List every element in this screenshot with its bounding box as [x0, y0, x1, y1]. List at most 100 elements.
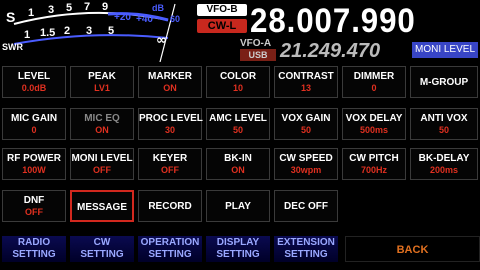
level-value: 0.0dB [21, 83, 47, 93]
display-setting-button[interactable]: DISPLAY SETTING [206, 236, 270, 262]
vox-delay-button[interactable]: VOX DELAY 500ms [342, 108, 406, 140]
anti-vox-button[interactable]: ANTI VOX 50 [410, 108, 478, 140]
message-button[interactable]: MESSAGE [70, 190, 134, 222]
swr-tick-1: 1 [24, 29, 30, 41]
display-setting-line2: SETTING [216, 249, 260, 260]
cw-setting-line1: CW [93, 237, 111, 248]
display-setting-line1: DISPLAY [216, 237, 260, 248]
s-tick-9: 9 [102, 1, 108, 13]
mic-eq-value: ON [95, 125, 109, 135]
color-value: 10 [232, 83, 243, 93]
peak-value: LV1 [94, 83, 110, 93]
color-button[interactable]: COLOR 10 [206, 66, 270, 98]
peak-button[interactable]: PEAK LV1 [70, 66, 134, 98]
rf-power-button[interactable]: RF POWER 100W [2, 148, 66, 180]
bk-in-value: ON [231, 165, 245, 175]
color-label: COLOR [219, 71, 257, 82]
mic-eq-label: MIC EQ [84, 113, 120, 124]
vfo-a-frequency[interactable]: 21.249.470 [280, 40, 380, 63]
keyer-button[interactable]: KEYER OFF [138, 148, 202, 180]
s-meter: S 1 3 5 7 9 +20 +40 dB 60 SWR 1 1.5 2 3 … [2, 1, 180, 62]
bk-delay-button[interactable]: BK-DELAY 200ms [410, 148, 478, 180]
moni-level-label: MONI LEVEL [71, 153, 133, 164]
marker-button[interactable]: MARKER ON [138, 66, 202, 98]
dec-off-button[interactable]: DEC OFF [274, 190, 338, 222]
rf-power-value: 100W [22, 165, 46, 175]
cw-pitch-value: 700Hz [360, 165, 387, 175]
cw-setting-line2: SETTING [80, 249, 124, 260]
amc-level-label: AMC LEVEL [209, 113, 267, 124]
mic-eq-button[interactable]: MIC EQ ON [70, 108, 134, 140]
contrast-value: 13 [300, 83, 311, 93]
contrast-button[interactable]: CONTRAST 13 [274, 66, 338, 98]
dnf-label: DNF [23, 195, 45, 206]
peak-label: PEAK [88, 71, 116, 82]
vfo-a-mode-badge[interactable]: USB [240, 49, 276, 61]
level-button[interactable]: LEVEL 0.0dB [2, 66, 66, 98]
dimmer-button[interactable]: DIMMER 0 [342, 66, 406, 98]
cw-speed-label: CW SPEED [279, 153, 333, 164]
keyer-label: KEYER [152, 153, 188, 164]
back-button[interactable]: BACK [345, 236, 480, 262]
operation-setting-button[interactable]: OPERATION SETTING [138, 236, 202, 262]
proc-level-label: PROC LEVEL [139, 113, 203, 124]
cw-speed-button[interactable]: CW SPEED 30wpm [274, 148, 338, 180]
record-button[interactable]: RECORD [138, 190, 202, 222]
radio-setting-button[interactable]: RADIO SETTING [2, 236, 66, 262]
level-label: LEVEL [17, 71, 51, 82]
vfo-b-mode-badge[interactable]: CW-L [197, 19, 247, 33]
cw-pitch-label: CW PITCH [349, 153, 399, 164]
mic-gain-value: 0 [31, 125, 37, 135]
vfo-b-label[interactable]: VFO-B [197, 4, 247, 16]
marker-label: MARKER [148, 71, 192, 82]
operation-setting-line2: SETTING [148, 249, 192, 260]
bk-delay-value: 200ms [429, 165, 459, 175]
anti-vox-label: ANTI VOX [420, 113, 468, 124]
rf-power-label: RF POWER [7, 153, 61, 164]
m-group-label: M-GROUP [419, 77, 469, 88]
contrast-label: CONTRAST [278, 71, 334, 82]
cw-setting-button[interactable]: CW SETTING [70, 236, 134, 262]
operation-setting-line1: OPERATION [140, 237, 200, 248]
swr-label: SWR [2, 42, 23, 52]
mic-gain-label: MIC GAIN [10, 113, 58, 124]
bk-in-label: BK-IN [224, 153, 252, 164]
extension-setting-button[interactable]: EXTENSION SETTING [274, 236, 338, 262]
swr-tick-2: 2 [64, 25, 70, 37]
cw-pitch-button[interactable]: CW PITCH 700Hz [342, 148, 406, 180]
s-label: S [6, 9, 15, 25]
s-tick-3: 3 [48, 4, 54, 16]
swr-tick-infinity: ∞ [156, 33, 167, 48]
dec-off-label: DEC OFF [284, 201, 328, 212]
vfo-a-label[interactable]: VFO-A [240, 38, 271, 49]
dnf-value: OFF [25, 207, 43, 217]
anti-vox-value: 50 [438, 125, 449, 135]
proc-level-button[interactable]: PROC LEVEL 30 [138, 108, 203, 140]
swr-tick-3: 3 [86, 25, 92, 37]
amc-level-button[interactable]: AMC LEVEL 50 [206, 108, 270, 140]
moni-level-button[interactable]: MONI LEVEL OFF [70, 148, 134, 180]
proc-level-value: 30 [164, 125, 175, 135]
vox-gain-label: VOX GAIN [281, 113, 331, 124]
dnf-button[interactable]: DNF OFF [2, 190, 66, 222]
vfo-b-frequency[interactable]: 28.007.990 [250, 2, 416, 41]
mic-gain-button[interactable]: MIC GAIN 0 [2, 108, 66, 140]
swr-tick-1-5: 1.5 [40, 27, 55, 39]
radio-setting-line1: RADIO [17, 237, 51, 248]
radio-setting-line2: SETTING [12, 249, 56, 260]
db-label: dB [152, 3, 164, 13]
m-group-button[interactable]: M-GROUP [410, 66, 478, 98]
extension-setting-line1: EXTENSION [277, 237, 335, 248]
vox-gain-button[interactable]: VOX GAIN 50 [274, 108, 338, 140]
message-label: MESSAGE [76, 202, 127, 213]
vox-delay-value: 500ms [359, 125, 389, 135]
keyer-value: OFF [161, 165, 179, 175]
bk-in-button[interactable]: BK-IN ON [206, 148, 270, 180]
s-tick-5: 5 [66, 2, 72, 14]
dimmer-value: 0 [371, 83, 377, 93]
play-button[interactable]: PLAY [206, 190, 270, 222]
s-tick-plus40: +40 [136, 14, 153, 25]
s-tick-plus20: +20 [114, 12, 131, 23]
s-tick-1: 1 [28, 7, 34, 19]
play-label: PLAY [225, 201, 251, 212]
